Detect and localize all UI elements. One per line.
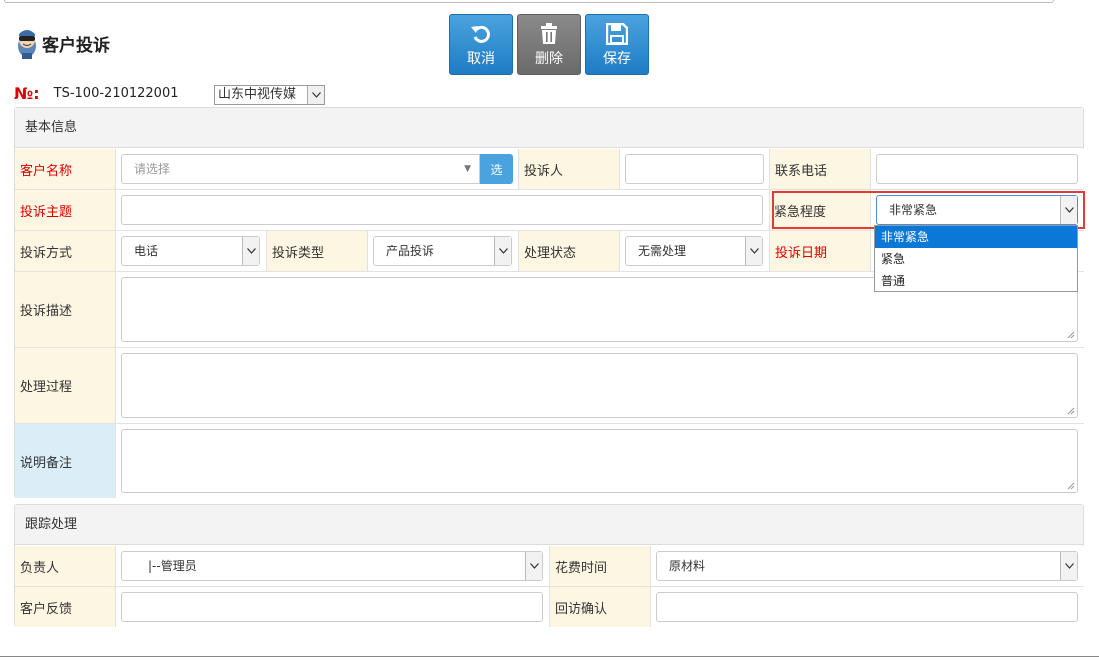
method-cell: 电话 xyxy=(116,231,267,272)
method-value: 电话 xyxy=(134,244,159,258)
status-select[interactable]: 无需处理 xyxy=(625,236,763,266)
process-textarea[interactable] xyxy=(121,353,1078,418)
delete-label: 删除 xyxy=(535,50,563,67)
subject-cell xyxy=(116,190,770,231)
feedback-label: 客户反馈 xyxy=(15,587,116,627)
phone-cell xyxy=(871,149,1084,190)
caret-down-icon: ▼ xyxy=(464,164,471,174)
date-label: 投诉日期 xyxy=(770,231,871,272)
resize-grip-icon[interactable] xyxy=(1067,407,1075,415)
resize-grip-icon[interactable] xyxy=(1067,482,1075,490)
owner-select[interactable]: |--管理员 xyxy=(121,551,543,581)
urgency-dropdown-list: 非常紧急 紧急 普通 xyxy=(874,225,1078,292)
remark-cell xyxy=(116,424,1084,498)
phone-input[interactable] xyxy=(876,154,1078,184)
phone-label: 联系电话 xyxy=(770,149,871,190)
complainant-cell xyxy=(620,149,770,190)
process-cell xyxy=(116,348,1084,424)
complainant-label: 投诉人 xyxy=(519,149,620,190)
doc-number-value: TS-100-210122001 xyxy=(53,86,179,101)
owner-value: |--管理员 xyxy=(148,559,197,573)
process-label: 处理过程 xyxy=(15,348,116,424)
subject-label: 投诉主题 xyxy=(15,190,116,231)
urgency-select[interactable]: 非常紧急 xyxy=(876,195,1078,225)
top-scrollbar xyxy=(0,0,1099,6)
chevron-down-icon xyxy=(494,237,511,265)
customer-cell: 请选择 ▼ 选 xyxy=(116,149,519,190)
undo-icon xyxy=(470,22,492,46)
remark-label: 说明备注 xyxy=(15,424,116,498)
toolbar: 取消 删除 保存 xyxy=(449,14,649,75)
chevron-down-icon xyxy=(1060,196,1077,224)
time-value: 原材料 xyxy=(669,559,706,573)
complainant-input[interactable] xyxy=(625,154,764,184)
chevron-down-icon xyxy=(307,86,324,104)
revisit-input[interactable] xyxy=(656,592,1078,622)
page-header: 客户投诉 xyxy=(14,26,110,60)
status-value: 无需处理 xyxy=(638,244,687,258)
type-select[interactable]: 产品投诉 xyxy=(373,236,512,266)
floppy-disk-icon xyxy=(606,22,628,46)
tracking-heading: 跟踪处理 xyxy=(15,505,1083,545)
time-select[interactable]: 原材料 xyxy=(656,551,1078,581)
type-cell: 产品投诉 xyxy=(368,231,519,272)
basic-info-heading: 基本信息 xyxy=(15,108,1083,148)
feedback-cell xyxy=(116,587,550,627)
save-label: 保存 xyxy=(603,50,631,67)
status-label: 处理状态 xyxy=(519,231,620,272)
chevron-down-icon xyxy=(745,237,762,265)
urgency-option[interactable]: 非常紧急 xyxy=(875,226,1077,248)
type-value: 产品投诉 xyxy=(386,244,435,258)
customer-label: 客户名称 xyxy=(15,149,116,190)
urgency-label: 紧急程度 xyxy=(770,190,871,231)
tracking-panel: 跟踪处理 负责人 |--管理员 花费时间 原材料 客户反馈 回访确认 xyxy=(14,504,1084,627)
feedback-input[interactable] xyxy=(121,592,543,622)
cancel-label: 取消 xyxy=(467,50,495,67)
save-button[interactable]: 保存 xyxy=(585,14,649,75)
urgency-option[interactable]: 普通 xyxy=(875,270,1077,292)
basic-info-panel: 基本信息 客户名称 请选择 ▼ 选 投诉人 联系电话 投诉主题 紧急程度 非常紧… xyxy=(14,107,1084,498)
customer-select[interactable]: 请选择 ▼ xyxy=(121,154,480,184)
trash-icon xyxy=(539,22,559,46)
time-cell: 原材料 xyxy=(651,546,1084,587)
time-label: 花费时间 xyxy=(550,546,651,587)
status-cell: 无需处理 xyxy=(620,231,770,272)
company-select[interactable]: 山东中视传媒 xyxy=(214,85,325,105)
type-label: 投诉类型 xyxy=(267,231,368,272)
bottom-divider xyxy=(0,656,1099,657)
desc-label: 投诉描述 xyxy=(15,272,116,348)
doc-number-line: №: TS-100-210122001 xyxy=(14,84,178,103)
page-title: 客户投诉 xyxy=(42,35,110,56)
urgency-value: 非常紧急 xyxy=(889,203,938,217)
chevron-down-icon xyxy=(525,552,542,580)
customer-placeholder: 请选择 xyxy=(134,162,171,176)
chevron-down-icon xyxy=(1060,552,1077,580)
chevron-down-icon xyxy=(242,237,259,265)
method-label: 投诉方式 xyxy=(15,231,116,272)
urgency-option[interactable]: 紧急 xyxy=(875,248,1077,270)
method-select[interactable]: 电话 xyxy=(121,236,260,266)
revisit-cell xyxy=(651,587,1084,627)
mascot-icon xyxy=(14,26,40,60)
owner-label: 负责人 xyxy=(15,546,116,587)
subject-input[interactable] xyxy=(121,195,763,225)
cancel-button[interactable]: 取消 xyxy=(449,14,513,75)
owner-cell: |--管理员 xyxy=(116,546,550,587)
resize-grip-icon[interactable] xyxy=(1067,331,1075,339)
doc-number-label: №: xyxy=(14,84,40,103)
delete-button[interactable]: 删除 xyxy=(517,14,581,75)
revisit-label: 回访确认 xyxy=(550,587,651,627)
remark-textarea[interactable] xyxy=(121,429,1078,493)
company-value: 山东中视传媒 xyxy=(218,87,297,102)
pick-customer-button[interactable]: 选 xyxy=(480,154,513,184)
